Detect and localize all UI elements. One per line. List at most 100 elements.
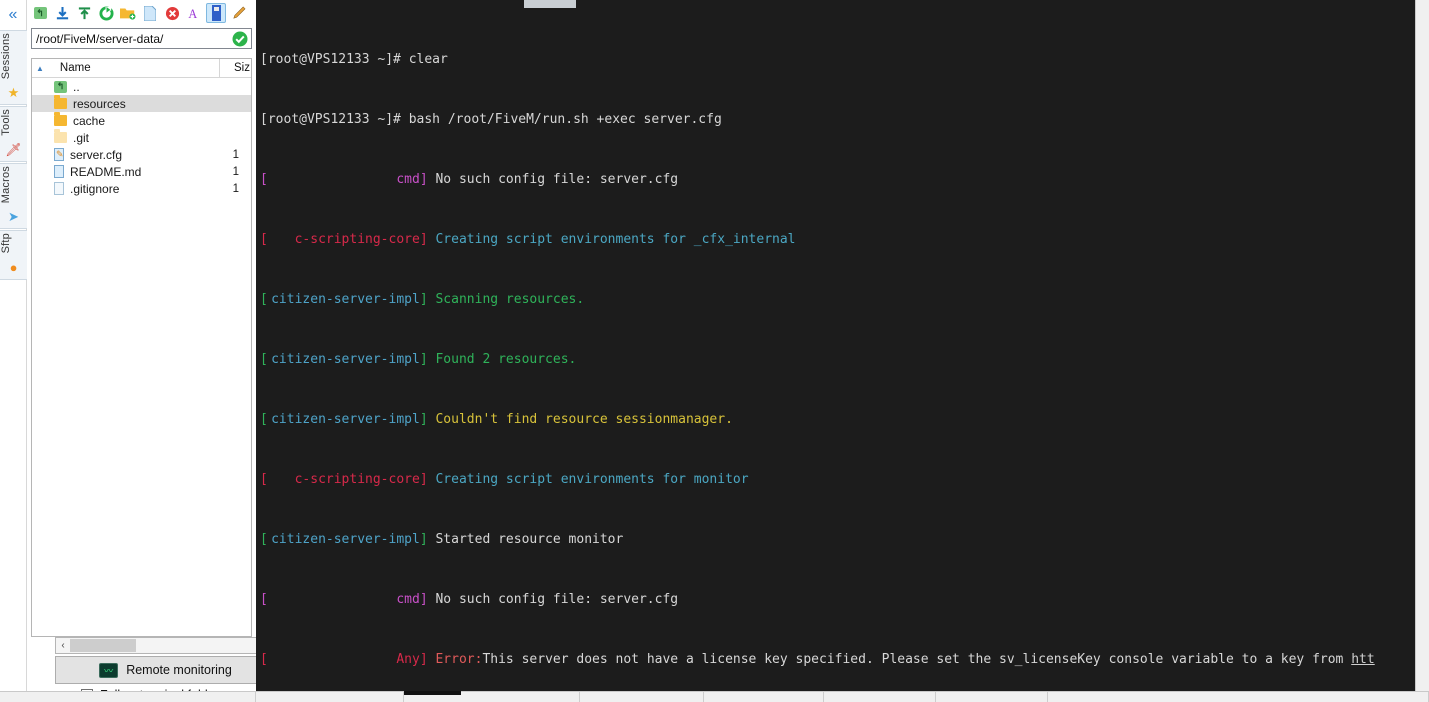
file-name-label: .. bbox=[73, 79, 80, 94]
upload-icon bbox=[78, 6, 90, 19]
edit-pencil-icon bbox=[232, 6, 245, 19]
list-item[interactable]: cache bbox=[32, 112, 251, 129]
sidebar-item-tools[interactable]: Tools 🗡 bbox=[0, 106, 27, 162]
file-name-label: .gitignore bbox=[70, 181, 120, 196]
file-list: ▲ Name Siz ↰ .. resources cache .git ✎ s… bbox=[31, 58, 252, 637]
file-name-cell: .gitignore bbox=[32, 182, 215, 196]
scroll-left-arrow-icon[interactable]: ‹ bbox=[56, 640, 70, 651]
sftp-toolbar: ↰ A bbox=[27, 0, 256, 26]
folder-icon bbox=[54, 95, 67, 109]
check-circle-icon bbox=[232, 31, 248, 46]
go-up-folder-icon: ↰ bbox=[33, 7, 47, 19]
column-header-name[interactable]: ▲ Name bbox=[32, 62, 219, 74]
bookmark-icon bbox=[211, 5, 221, 21]
file-list-header: ▲ Name Siz bbox=[32, 59, 251, 78]
status-progress-indicator bbox=[404, 691, 461, 695]
sidebar-item-label: Sessions bbox=[0, 33, 12, 80]
config-file-icon: ✎ bbox=[54, 148, 64, 161]
knife-icon: 🗡 bbox=[5, 141, 22, 157]
download-icon bbox=[56, 6, 68, 19]
status-cell bbox=[704, 692, 824, 702]
new-folder-button[interactable] bbox=[118, 3, 138, 23]
file-name-cell: .git bbox=[32, 129, 215, 145]
terminal-line: [citizen-server-impl] Couldn't find reso… bbox=[260, 412, 733, 427]
list-item[interactable]: resources bbox=[32, 95, 251, 112]
file-name-cell: ↰ .. bbox=[32, 80, 215, 94]
terminal-line: [citizen-server-impl] Started resource m… bbox=[260, 532, 624, 547]
status-cell bbox=[824, 692, 936, 702]
file-size-cell: 1 bbox=[232, 182, 239, 195]
file-name-cell: cache bbox=[32, 112, 215, 128]
column-header-name-label: Name bbox=[59, 62, 91, 74]
new-file-button[interactable] bbox=[140, 3, 160, 23]
terminal-output: [root@VPS12133 ~]# clear [root@VPS12133 … bbox=[260, 7, 1413, 691]
file-name-cell: ✎ server.cfg bbox=[32, 148, 215, 162]
sidebar-item-label: Macros bbox=[0, 165, 12, 204]
list-item[interactable]: ✎ server.cfg 1 bbox=[32, 146, 251, 163]
file-size-cell: 1 bbox=[232, 165, 239, 178]
file-name-label: .git bbox=[73, 130, 90, 145]
terminal-line: [cmd] No such config file: server.cfg bbox=[260, 172, 679, 187]
list-item[interactable]: README.md 1 bbox=[32, 163, 251, 180]
refresh-icon bbox=[98, 5, 114, 21]
status-cell bbox=[0, 692, 256, 702]
terminal-pane[interactable]: [root@VPS12133 ~]# clear [root@VPS12133 … bbox=[256, 0, 1429, 691]
file-name-label: server.cfg bbox=[70, 147, 123, 162]
path-confirm-button[interactable] bbox=[229, 31, 251, 47]
rename-button[interactable]: A bbox=[184, 3, 204, 23]
path-bar[interactable]: /root/FiveM/server-data/ bbox=[31, 28, 252, 49]
terminal-line: [root@VPS12133 ~]# clear bbox=[260, 52, 448, 67]
terminal-line: [c-scripting-core] Creating script envir… bbox=[260, 232, 796, 247]
monitor-icon: 〰 bbox=[99, 662, 119, 678]
chevron-left-double-icon: « bbox=[8, 6, 18, 23]
sidebar-tab-rail: « Sessions ★ Tools 🗡 Macros ➤ Sftp ● bbox=[0, 0, 27, 702]
terminal-sftp-window: « Sessions ★ Tools 🗡 Macros ➤ Sftp ● ↰ A… bbox=[0, 0, 1429, 702]
upload-button[interactable] bbox=[74, 3, 94, 23]
file-list-horizontal-scrollbar[interactable]: ‹ › bbox=[55, 637, 276, 654]
folder-icon bbox=[54, 112, 67, 126]
list-item[interactable]: .git bbox=[32, 129, 251, 146]
column-header-size-label: Siz bbox=[234, 62, 250, 74]
new-file-icon bbox=[144, 5, 156, 21]
parent-folder-icon: ↰ bbox=[54, 80, 67, 93]
sort-ascending-icon: ▲ bbox=[36, 63, 44, 73]
collapse-sidebar-button[interactable]: « bbox=[0, 0, 26, 30]
globe-icon: ● bbox=[9, 259, 18, 275]
sidebar-item-label: Sftp bbox=[0, 233, 12, 254]
paper-plane-icon: ➤ bbox=[8, 209, 19, 225]
sidebar-item-sessions[interactable]: Sessions ★ bbox=[0, 30, 27, 106]
delete-button[interactable] bbox=[162, 3, 182, 23]
sidebar-item-sftp[interactable]: Sftp ● bbox=[0, 230, 27, 280]
go-up-folder-button[interactable]: ↰ bbox=[30, 3, 50, 23]
path-input[interactable]: /root/FiveM/server-data/ bbox=[32, 32, 229, 46]
file-name-cell: resources bbox=[32, 95, 215, 111]
keymaster-link[interactable]: htt bbox=[1351, 652, 1374, 667]
star-icon: ★ bbox=[7, 85, 20, 101]
file-name-cell: README.md bbox=[32, 165, 215, 179]
list-item[interactable]: .gitignore 1 bbox=[32, 180, 251, 197]
rename-text-icon: A bbox=[188, 7, 197, 21]
column-header-size[interactable]: Siz bbox=[219, 59, 251, 77]
status-bar bbox=[0, 691, 1429, 702]
file-name-label: README.md bbox=[70, 164, 142, 179]
sftp-panel: ↰ A /root/FiveM/server-data/ ▲ Name Siz … bbox=[27, 0, 276, 702]
sidebar-item-macros[interactable]: Macros ➤ bbox=[0, 162, 27, 230]
remote-monitoring-button[interactable]: 〰 Remote monitoring bbox=[55, 656, 276, 684]
list-item[interactable]: ↰ .. bbox=[32, 78, 251, 95]
download-button[interactable] bbox=[52, 3, 72, 23]
status-cell bbox=[580, 692, 704, 702]
terminal-line: [root@VPS12133 ~]# bash /root/FiveM/run.… bbox=[260, 112, 722, 127]
terminal-line: [cmd] No such config file: server.cfg bbox=[260, 592, 679, 607]
remote-monitoring-label: Remote monitoring bbox=[126, 663, 232, 677]
new-folder-icon bbox=[120, 8, 136, 20]
terminal-line: [c-scripting-core] Creating script envir… bbox=[260, 472, 749, 487]
status-cell bbox=[936, 692, 1048, 702]
refresh-button[interactable] bbox=[96, 3, 116, 23]
folder-icon bbox=[54, 129, 67, 143]
file-size-cell: 1 bbox=[232, 148, 239, 161]
file-name-label: cache bbox=[73, 113, 106, 128]
edit-button[interactable] bbox=[228, 3, 248, 23]
bookmark-button[interactable] bbox=[206, 3, 226, 23]
scrollbar-thumb[interactable] bbox=[70, 639, 136, 652]
terminal-scrollbar[interactable] bbox=[1415, 0, 1429, 691]
